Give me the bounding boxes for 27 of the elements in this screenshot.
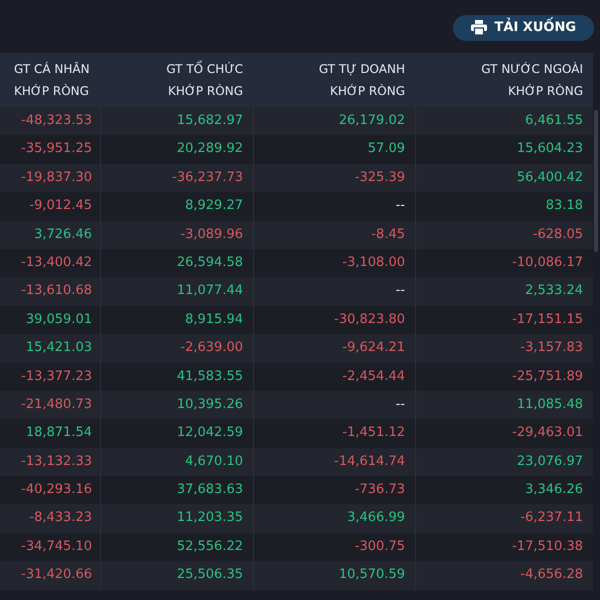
table-cell-text: -48,323.53 [20, 112, 93, 130]
table-cell-text: 15,421.03 [24, 339, 93, 358]
table-cell-text: -13,377.23 [20, 368, 93, 386]
column-header: GT CÁ NHÂN KHỚP RÒNG [13, 60, 91, 100]
table-cell-text: 39,059.01 [24, 310, 93, 329]
column-header: GT NƯỚC NGOÀI KHỚP RÒNG [481, 60, 584, 100]
table-cell-text: 18,871.54 [24, 424, 93, 442]
table-cell-text: -13,610.68 [20, 282, 93, 300]
column-header: GT TỰ DOANH KHỚP RÒNG [318, 61, 406, 100]
table-cell-text: -35,951.25 [20, 140, 93, 158]
download-button[interactable]: TẢI XUỐNG [452, 14, 594, 40]
table-cell: -4,656.28 [415, 561, 593, 590]
column-header: GT TỔ CHỨC KHỚP RÒNG [166, 60, 244, 100]
table-cell-text: -40,293.16 [20, 481, 93, 500]
table-cell-text: -13,132.33 [20, 452, 93, 471]
table-cell-text: -19,837.30 [20, 168, 93, 187]
table-cell: 25,506.35 [100, 561, 253, 590]
table-cell-text: 3,726.46 [33, 226, 93, 244]
table-cell: 10,570.59 [253, 561, 415, 590]
printer-icon [470, 20, 487, 35]
table-cell-text: -34,745.10 [20, 538, 93, 556]
table-cell-text: -21,480.73 [20, 396, 93, 414]
table-cell-text: -13,400.42 [20, 254, 93, 272]
table-cell-text: -8,433.23 [28, 509, 93, 528]
scrollbar[interactable] [594, 110, 598, 252]
table-cell-text: -31,420.66 [20, 566, 93, 584]
table-cell-text: -9,012.45 [28, 197, 93, 216]
